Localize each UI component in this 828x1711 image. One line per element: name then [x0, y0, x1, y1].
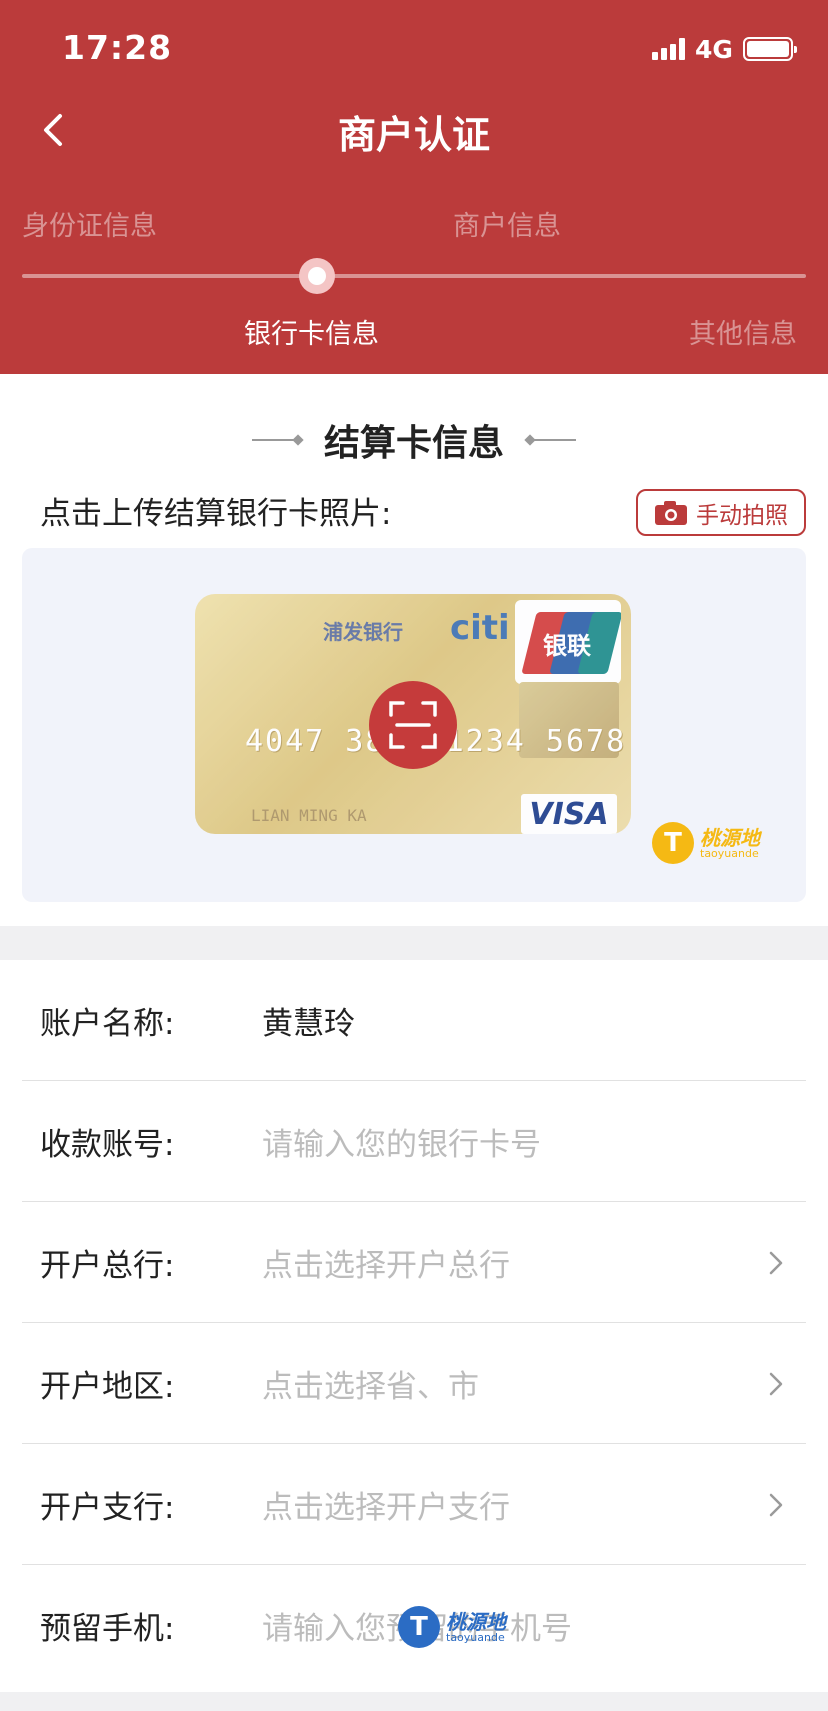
section-divider: [0, 926, 828, 960]
network-type: 4G: [695, 34, 733, 64]
camera-icon: [655, 500, 687, 525]
step-merchant-info: 商户信息: [453, 211, 561, 242]
status-time: 17:28: [62, 28, 173, 67]
account-number-input[interactable]: 请输入您的银行卡号: [262, 1119, 541, 1164]
watermark-subtext: taoyuande: [446, 1630, 505, 1644]
title-decoration-left: [251, 434, 304, 446]
watermark-subtext: taoyuande: [700, 846, 759, 860]
card-holder-name: LIAN MING KA: [251, 806, 367, 825]
bottom-divider: [0, 1692, 828, 1711]
watermark-t-icon: T: [652, 822, 694, 864]
unionpay-text: 银联: [543, 632, 591, 660]
account-name-value[interactable]: 黄慧玲: [262, 998, 355, 1043]
watermark-t-icon: T: [398, 1606, 440, 1648]
chevron-right-icon: [769, 1372, 783, 1395]
manual-photo-button[interactable]: 手动拍照: [636, 489, 806, 536]
account-name-row[interactable]: 账户名称: 黄慧玲: [0, 960, 828, 1081]
head-bank-select[interactable]: 点击选择开户总行: [262, 1240, 510, 1285]
region-select[interactable]: 点击选择省、市: [262, 1361, 479, 1406]
head-bank-row[interactable]: 开户总行: 点击选择开户总行: [0, 1202, 828, 1323]
manual-photo-label: 手动拍照: [696, 502, 788, 529]
title-decoration-right: [524, 434, 576, 446]
region-label: 开户地区:: [40, 1369, 175, 1405]
visa-logo: VISA: [521, 794, 617, 834]
bank-logo: 浦发银行: [323, 620, 403, 644]
account-name-label: 账户名称:: [40, 1006, 175, 1042]
step-bank-card-info: 银行卡信息: [244, 319, 379, 350]
account-number-row[interactable]: 收款账号: 请输入您的银行卡号: [0, 1081, 828, 1202]
unionpay-logo: 银联: [515, 600, 621, 684]
step-other-info: 其他信息: [689, 319, 797, 350]
region-row[interactable]: 开户地区: 点击选择省、市: [0, 1323, 828, 1444]
account-number-label: 收款账号:: [40, 1127, 175, 1163]
chevron-right-icon: [769, 1493, 783, 1516]
branch-label: 开户支行:: [40, 1490, 175, 1526]
head-bank-label: 开户总行:: [40, 1248, 175, 1284]
section-header: 结算卡信息: [0, 414, 828, 466]
section-title: 结算卡信息: [323, 423, 504, 464]
scan-card-button[interactable]: [369, 681, 457, 769]
scan-icon: [389, 701, 437, 749]
upload-label: 点击上传结算银行卡照片:: [40, 496, 392, 532]
step-progress-knob: [299, 258, 335, 294]
app-header: 17:28 4G 商户认证 身份证信息 商户信息 银行卡信息 其他信息: [0, 0, 828, 374]
watermark-logo: T 桃源地 taoyuande: [652, 822, 760, 864]
battery-icon: [742, 37, 797, 61]
step-progress-track: [22, 274, 806, 278]
chevron-right-icon: [769, 1251, 783, 1274]
bank-info-form: 账户名称: 黄慧玲 收款账号: 请输入您的银行卡号 开户总行: 点击选择开户总行…: [0, 960, 828, 1686]
step-id-info: 身份证信息: [22, 211, 157, 242]
citi-logo: citi: [450, 608, 510, 648]
watermark-logo-bottom: T 桃源地 taoyuande: [398, 1606, 506, 1648]
signal-icon: [652, 38, 685, 60]
watermark-text: 桃源地: [700, 825, 760, 850]
branch-row[interactable]: 开户支行: 点击选择开户支行: [0, 1444, 828, 1565]
status-icons: 4G: [652, 34, 797, 64]
phone-label: 预留手机:: [40, 1611, 175, 1647]
branch-select[interactable]: 点击选择开户支行: [262, 1482, 510, 1527]
page-title: 商户认证: [337, 113, 490, 157]
watermark-text: 桃源地: [446, 1609, 506, 1634]
